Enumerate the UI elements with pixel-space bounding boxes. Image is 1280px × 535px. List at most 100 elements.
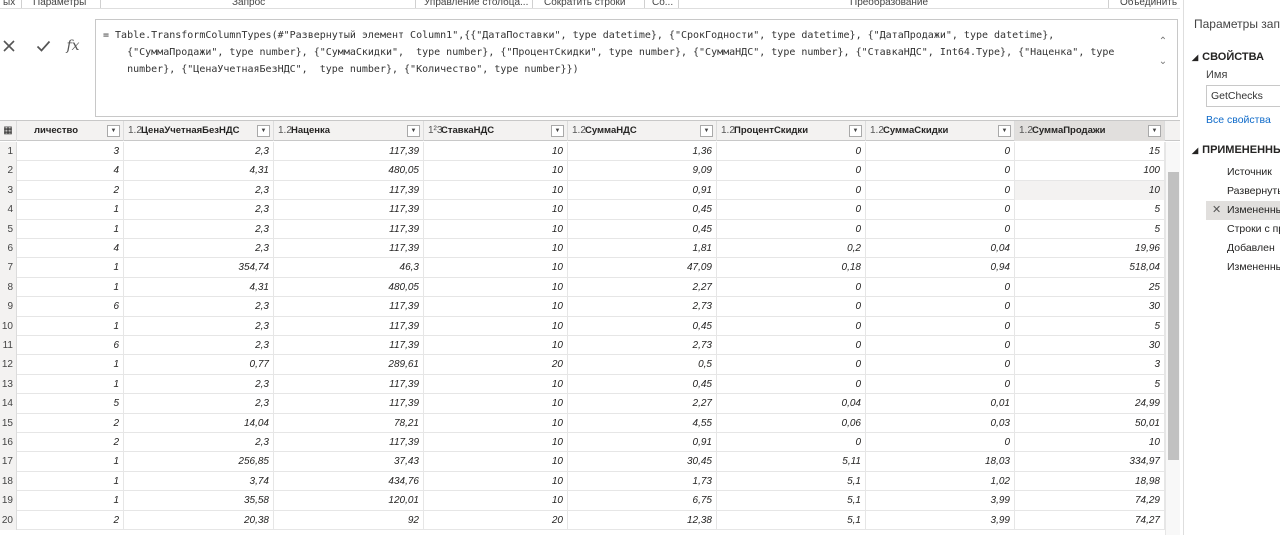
- table-row[interactable]: 13 1 2,3 117,39 10 0,45 0 0 5: [0, 374, 1165, 395]
- column-type-icon[interactable]: 1.2: [1019, 121, 1033, 141]
- row-number[interactable]: 8: [0, 277, 17, 298]
- table-cell[interactable]: 2,3: [124, 394, 274, 414]
- step-item[interactable]: Источник: [1206, 163, 1280, 182]
- table-cell[interactable]: 20: [424, 510, 568, 530]
- formula-input[interactable]: = Table.TransformColumnTypes(#"Развернут…: [95, 19, 1178, 117]
- table-cell[interactable]: 2,3: [124, 316, 274, 336]
- table-cell[interactable]: 0: [866, 433, 1015, 453]
- delete-step-icon[interactable]: ✕: [1212, 201, 1221, 220]
- table-cell[interactable]: 117,39: [274, 200, 424, 220]
- table-row[interactable]: 18 1 3,74 434,76 10 1,73 5,1 1,02 18,98: [0, 471, 1165, 492]
- table-menu-icon[interactable]: ▦: [0, 121, 17, 141]
- applied-steps-section[interactable]: ◢ПРИМЕНЕННЫЕ: [1192, 144, 1280, 156]
- row-number[interactable]: 7: [0, 258, 17, 278]
- row-number[interactable]: 4: [0, 200, 17, 220]
- table-row[interactable]: 8 1 4,31 480,05 10 2,27 0 0 25: [0, 277, 1165, 298]
- table-cell[interactable]: 0: [717, 374, 866, 395]
- table-cell[interactable]: 334,97: [1015, 452, 1165, 472]
- table-cell[interactable]: 0: [717, 219, 866, 239]
- table-cell[interactable]: 20,38: [124, 510, 274, 530]
- table-cell[interactable]: 1: [17, 491, 124, 511]
- filter-dropdown-icon[interactable]: ▼: [998, 125, 1011, 137]
- row-number[interactable]: 20: [0, 510, 17, 530]
- column-header[interactable]: личество ▼: [17, 121, 124, 141]
- table-cell[interactable]: 0,01: [866, 394, 1015, 414]
- table-cell[interactable]: 6,75: [568, 491, 717, 511]
- table-row[interactable]: 17 1 256,85 37,43 10 30,45 5,11 18,03 334,97: [0, 452, 1165, 472]
- filter-dropdown-icon[interactable]: ▼: [700, 125, 713, 137]
- step-item[interactable]: Измененный: [1206, 258, 1280, 277]
- table-cell[interactable]: 0: [866, 336, 1015, 356]
- table-cell[interactable]: 19,96: [1015, 239, 1165, 259]
- table-cell[interactable]: 10: [424, 471, 568, 492]
- table-cell[interactable]: 74,29: [1015, 491, 1165, 511]
- ribbon-group-reduce-rows[interactable]: Сократить строки: [544, 0, 625, 8]
- ribbon-group-parameters[interactable]: Параметры: [33, 0, 86, 8]
- table-cell[interactable]: 0: [717, 277, 866, 298]
- table-cell[interactable]: 0,06: [717, 413, 866, 433]
- table-cell[interactable]: 2,3: [124, 219, 274, 239]
- table-cell[interactable]: 2,73: [568, 297, 717, 317]
- table-row[interactable]: 14 5 2,3 117,39 10 2,27 0,04 0,01 24,99: [0, 394, 1165, 414]
- table-row[interactable]: 11 6 2,3 117,39 10 2,73 0 0 30: [0, 336, 1165, 356]
- table-cell[interactable]: 5,1: [717, 510, 866, 530]
- formula-text[interactable]: = Table.TransformColumnTypes(#"Развернут…: [103, 27, 1133, 78]
- table-cell[interactable]: 256,85: [124, 452, 274, 472]
- row-number[interactable]: 16: [0, 433, 17, 453]
- table-cell[interactable]: 2,3: [124, 433, 274, 453]
- table-cell[interactable]: 0,45: [568, 200, 717, 220]
- table-cell[interactable]: 46,3: [274, 258, 424, 278]
- table-cell[interactable]: 10: [424, 277, 568, 298]
- table-row[interactable]: 19 1 35,58 120,01 10 6,75 5,1 3,99 74,29: [0, 491, 1165, 511]
- table-cell[interactable]: 2,73: [568, 336, 717, 356]
- table-row[interactable]: 15 2 14,04 78,21 10 4,55 0,06 0,03 50,01: [0, 413, 1165, 433]
- table-row[interactable]: 3 2 2,3 117,39 10 0,91 0 0 10: [0, 180, 1165, 201]
- table-row[interactable]: 20 2 20,38 92 20 12,38 5,1 3,99 74,27: [0, 510, 1165, 530]
- table-row[interactable]: 1 3 2,3 117,39 10 1,36 0 0 15: [0, 142, 1165, 162]
- table-cell[interactable]: 1: [17, 200, 124, 220]
- table-cell[interactable]: 0,04: [717, 394, 866, 414]
- check-icon[interactable]: [29, 32, 57, 60]
- row-number[interactable]: 19: [0, 491, 17, 511]
- table-cell[interactable]: 0: [717, 142, 866, 162]
- table-cell[interactable]: 10: [424, 142, 568, 162]
- table-cell[interactable]: 47,09: [568, 258, 717, 278]
- table-cell[interactable]: 24,99: [1015, 394, 1165, 414]
- column-type-icon[interactable]: 1²3: [428, 121, 442, 141]
- table-cell[interactable]: 0: [717, 297, 866, 317]
- table-cell[interactable]: 0,91: [568, 433, 717, 453]
- table-cell[interactable]: 0,45: [568, 316, 717, 336]
- table-cell[interactable]: 0: [866, 374, 1015, 395]
- table-cell[interactable]: 25: [1015, 277, 1165, 298]
- table-cell[interactable]: 2,3: [124, 374, 274, 395]
- table-cell[interactable]: 4: [17, 161, 124, 181]
- table-cell[interactable]: 0,45: [568, 374, 717, 395]
- column-type-icon[interactable]: 1.2: [278, 121, 292, 141]
- table-cell[interactable]: 10: [424, 180, 568, 201]
- table-cell[interactable]: 0: [717, 200, 866, 220]
- table-cell[interactable]: 5: [1015, 316, 1165, 336]
- row-number[interactable]: 10: [0, 316, 17, 336]
- column-type-icon[interactable]: 1.2: [572, 121, 586, 141]
- column-header[interactable]: 1²3СтавкаНДС ▼: [424, 121, 568, 141]
- table-row[interactable]: 4 1 2,3 117,39 10 0,45 0 0 5: [0, 200, 1165, 220]
- table-cell[interactable]: 9,09: [568, 161, 717, 181]
- table-cell[interactable]: 10: [1015, 180, 1165, 201]
- close-icon[interactable]: [0, 32, 23, 60]
- formula-scroll[interactable]: ⌃ ⌄: [1157, 32, 1169, 72]
- filter-dropdown-icon[interactable]: ▼: [849, 125, 862, 137]
- table-cell[interactable]: 2,3: [124, 297, 274, 317]
- table-cell[interactable]: 6: [17, 336, 124, 356]
- column-header[interactable]: 1.2Наценка ▼: [274, 121, 424, 141]
- table-cell[interactable]: 10: [424, 394, 568, 414]
- row-number[interactable]: 2: [0, 161, 17, 181]
- table-cell[interactable]: 0: [717, 180, 866, 201]
- row-number[interactable]: 11: [0, 336, 17, 356]
- step-item[interactable]: Строки с пр: [1206, 220, 1280, 239]
- table-cell[interactable]: 0,03: [866, 413, 1015, 433]
- row-number[interactable]: 5: [0, 219, 17, 239]
- table-cell[interactable]: 0: [717, 355, 866, 375]
- table-cell[interactable]: 5: [1015, 200, 1165, 220]
- column-header[interactable]: 1.2ПроцентСкидки ▼: [717, 121, 866, 141]
- table-cell[interactable]: 0,45: [568, 219, 717, 239]
